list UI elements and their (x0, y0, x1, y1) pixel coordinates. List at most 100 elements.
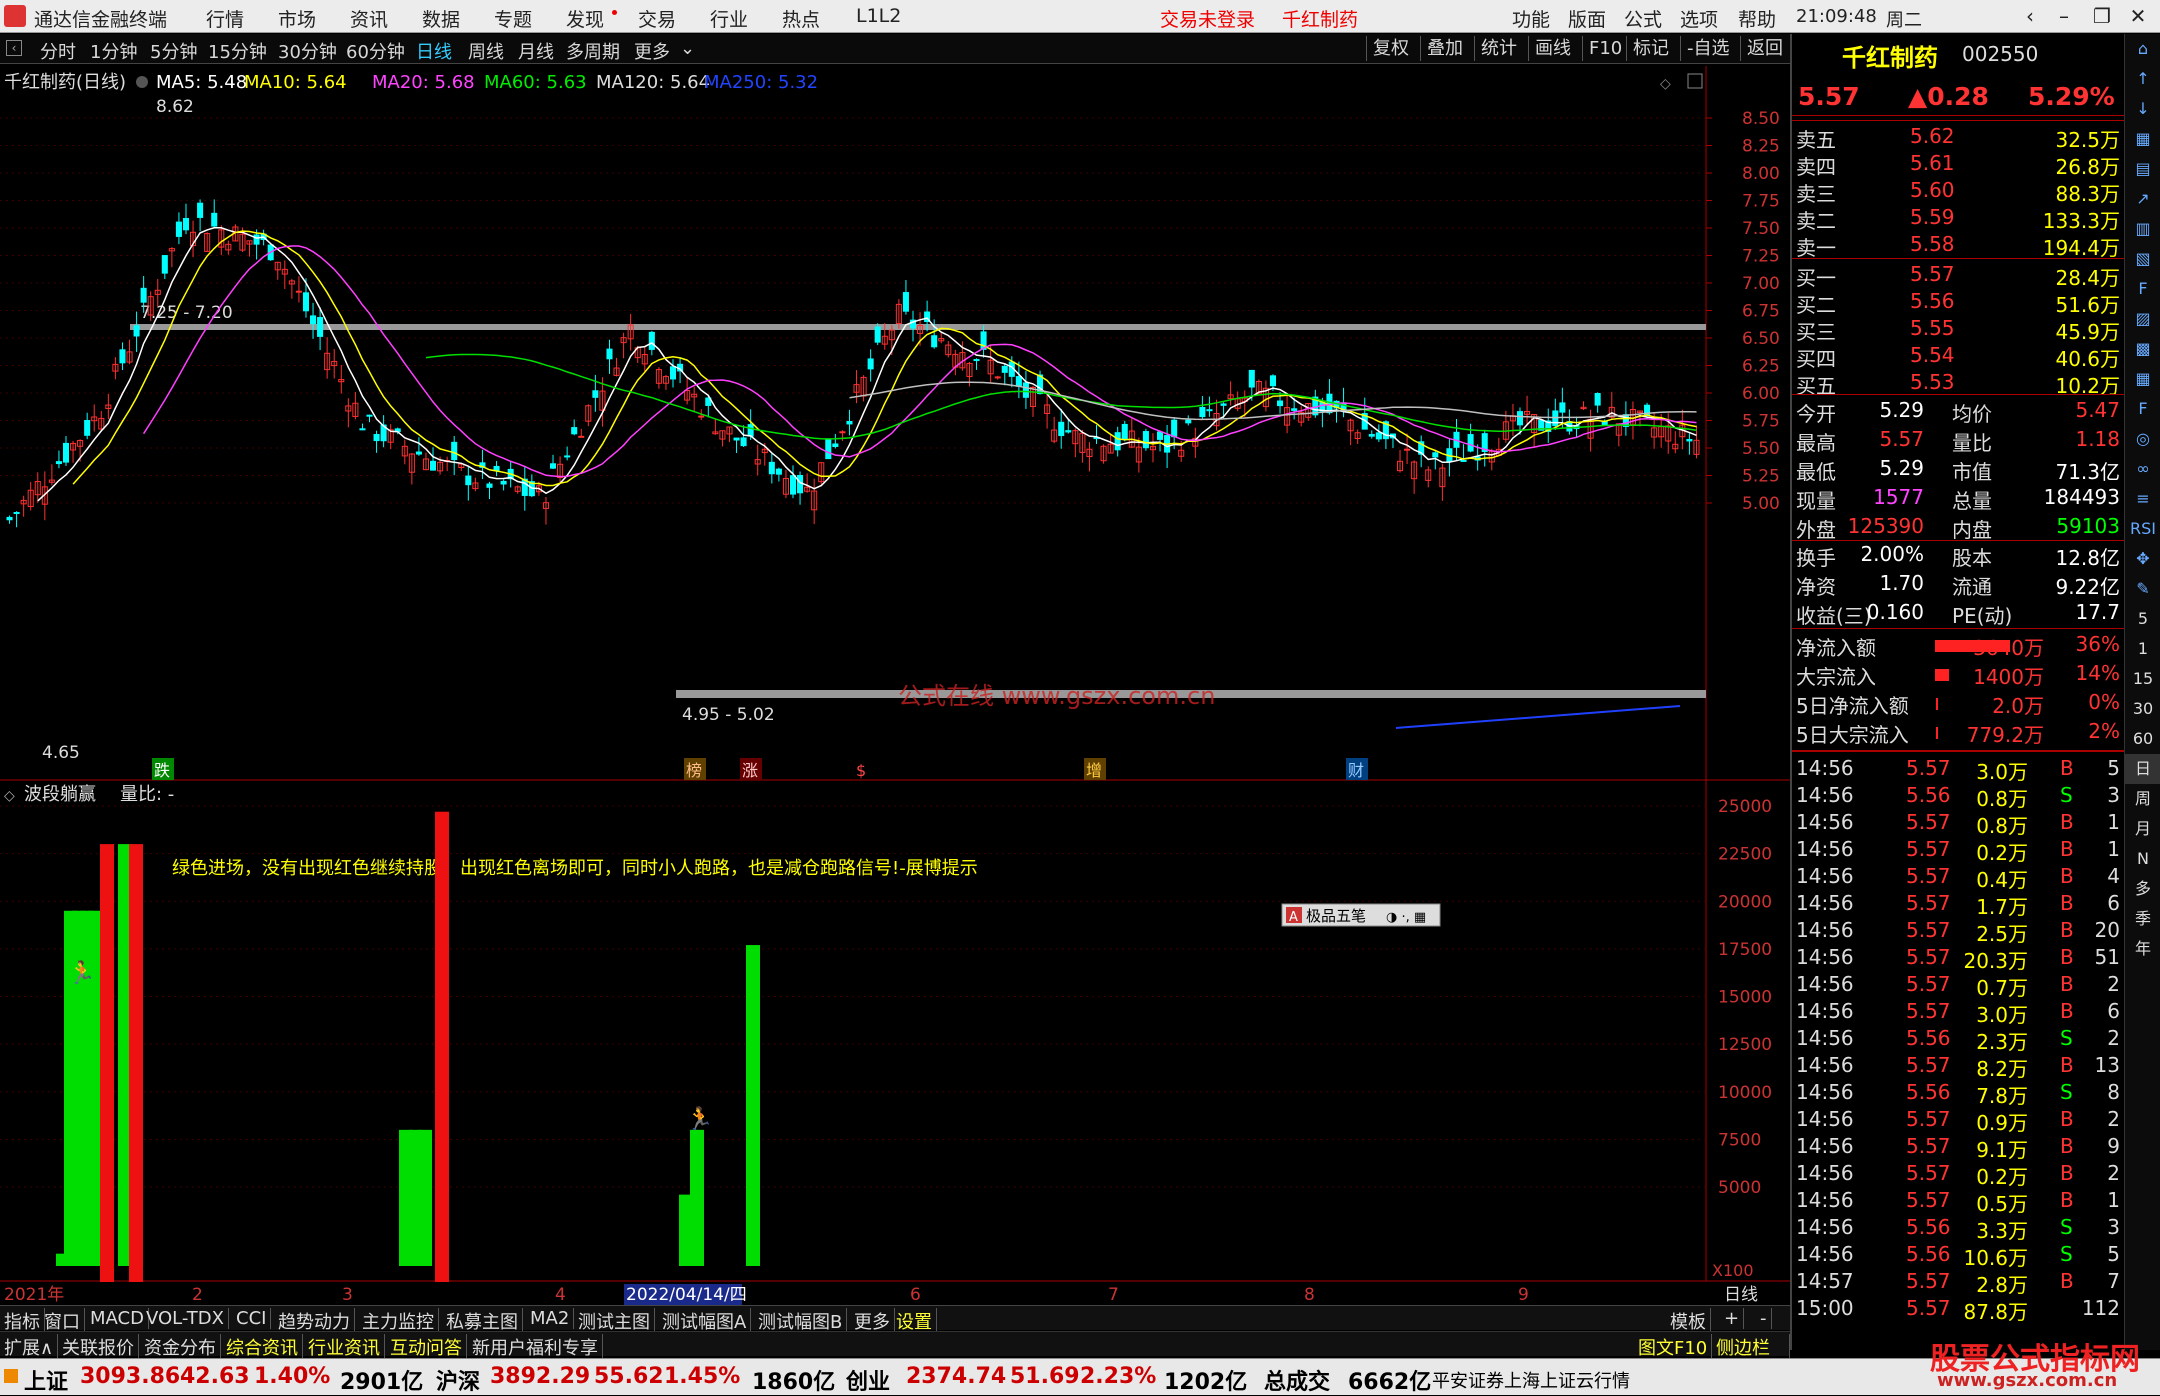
menu-discover[interactable]: 发现 (566, 5, 604, 32)
toolstrip-button[interactable]: ▨ (2125, 304, 2160, 334)
diamond-icon[interactable]: ◇ (1660, 76, 1671, 92)
btn-return[interactable]: 返回 (1740, 36, 1789, 61)
menu-hot[interactable]: 热点 (782, 5, 820, 32)
btn-adjust[interactable]: 复权 (1366, 36, 1415, 61)
btn-overlay[interactable]: 叠加 (1420, 36, 1469, 61)
toolstrip-button[interactable]: ▤ (2125, 154, 2160, 184)
menu-layout[interactable]: 版面 (1568, 5, 1606, 32)
menu-news[interactable]: 资讯 (350, 5, 388, 32)
login-status-link[interactable]: 交易未登录 (1160, 5, 1255, 32)
toolstrip-button[interactable]: ▥ (2125, 214, 2160, 244)
period-60min[interactable]: 60分钟 (346, 38, 405, 64)
template-control[interactable]: - (1756, 1308, 1772, 1329)
period-30min[interactable]: 30分钟 (278, 38, 337, 64)
toolstrip-button[interactable]: ✥ (2125, 544, 2160, 574)
toolstrip-button[interactable]: ≡ (2125, 484, 2160, 514)
period-monthly[interactable]: 月线 (518, 38, 554, 64)
info-tab[interactable]: 关联报价 (58, 1334, 139, 1360)
toolstrip-button[interactable]: ∞ (2125, 454, 2160, 484)
toolstrip-button[interactable]: ▩ (2125, 334, 2160, 364)
toolstrip-button[interactable]: 月 (2125, 814, 2160, 844)
indicator-tab[interactable]: MACD (86, 1308, 149, 1329)
toolstrip-button[interactable]: ▧ (2125, 244, 2160, 274)
toolstrip-button[interactable]: ↑ (2125, 64, 2160, 94)
btn-watchlist[interactable]: -自选 (1680, 36, 1736, 61)
toolstrip-button[interactable]: ↗ (2125, 184, 2160, 214)
btn-draw[interactable]: 画线 (1528, 36, 1577, 61)
period-timeshare[interactable]: 分时 (40, 38, 76, 64)
btn-stats[interactable]: 统计 (1474, 36, 1523, 61)
info-tab[interactable]: 资金分布 (140, 1334, 221, 1360)
info-tab[interactable]: 扩展∧ (0, 1334, 59, 1360)
toolstrip-button[interactable]: ↓ (2125, 94, 2160, 124)
toolstrip-button[interactable]: 日 (2125, 754, 2160, 784)
toolstrip-button[interactable]: ✎ (2125, 574, 2160, 604)
toolstrip-button[interactable]: 多 (2125, 874, 2160, 904)
indicator-tab[interactable]: MA2 (526, 1308, 575, 1329)
period-1min[interactable]: 1分钟 (90, 38, 137, 64)
menu-trade[interactable]: 交易 (638, 5, 676, 32)
chevron-down-icon[interactable]: ⌄ (680, 38, 695, 59)
btn-f10[interactable]: F10 (1582, 36, 1628, 61)
event-rise[interactable]: 涨 (742, 761, 758, 780)
event-dividend[interactable]: $ (856, 761, 866, 780)
menu-market[interactable]: 市场 (278, 5, 316, 32)
info-tab[interactable]: 互动问答 (386, 1334, 467, 1360)
toolstrip-button[interactable]: ▦ (2125, 364, 2160, 394)
info-tab[interactable]: 新用户福利专享 (468, 1334, 603, 1360)
back-arrow-icon[interactable]: ‹ (2016, 3, 2044, 29)
menu-help[interactable]: 帮助 (1738, 5, 1776, 32)
menu-industry[interactable]: 行业 (710, 5, 748, 32)
index-sh-name[interactable]: 上证 (24, 1364, 68, 1396)
event-finance[interactable]: 财 (1348, 761, 1364, 780)
period-daily[interactable]: 日线 (416, 38, 452, 64)
event-drop[interactable]: 跌 (154, 761, 170, 780)
info-tab[interactable]: 综合资讯 (222, 1334, 303, 1360)
minimize-icon[interactable]: – (2050, 3, 2078, 29)
toolstrip-button[interactable]: ⌂ (2125, 34, 2160, 64)
indicator-tab[interactable]: VOL-TDX (142, 1308, 229, 1329)
event-increase[interactable]: 增 (1086, 761, 1102, 780)
stock-title-link[interactable]: 千红制药 (1282, 5, 1358, 32)
toolstrip-button[interactable]: 60 (2125, 724, 2160, 754)
close-icon[interactable]: ✕ (2124, 3, 2152, 29)
sidebar-tab[interactable]: 图文F10 (1634, 1334, 1713, 1360)
toolstrip-button[interactable]: 季 (2125, 904, 2160, 934)
period-15min[interactable]: 15分钟 (208, 38, 267, 64)
period-5min[interactable]: 5分钟 (150, 38, 197, 64)
menu-quotes[interactable]: 行情 (206, 5, 244, 32)
kline-chart[interactable]: 千红制药(日线) MA5: 5.48 MA10: 5.64 MA20: 5.68… (0, 66, 1790, 1306)
menu-options[interactable]: 选项 (1680, 5, 1718, 32)
event-list[interactable]: 榜 (686, 761, 702, 780)
toolstrip-button[interactable]: 5 (2125, 604, 2160, 634)
indicator-toggle-icon[interactable]: ◇ (4, 788, 15, 804)
toolstrip-button[interactable]: 30 (2125, 694, 2160, 724)
menu-data[interactable]: 数据 (422, 5, 460, 32)
period-multi[interactable]: 多周期 (566, 38, 620, 64)
toolstrip-button[interactable]: F (2125, 274, 2160, 304)
menu-l1l2[interactable]: L1L2 (856, 5, 901, 27)
toolstrip-button[interactable]: ▦ (2125, 124, 2160, 154)
index-hs-name[interactable]: 沪深 (436, 1364, 480, 1396)
toolstrip-button[interactable]: ◎ (2125, 424, 2160, 454)
template-control[interactable]: + (1720, 1308, 1745, 1329)
period-weekly[interactable]: 周线 (468, 38, 504, 64)
toolstrip-button[interactable]: RSI (2125, 514, 2160, 544)
menu-formula[interactable]: 公式 (1624, 5, 1662, 32)
panel-toggle-icon[interactable] (1687, 73, 1703, 89)
settings-dot-icon[interactable] (136, 76, 148, 88)
period-more[interactable]: 更多 (634, 38, 670, 64)
indicator-tab[interactable]: CCI (232, 1308, 272, 1329)
info-tab[interactable]: 行业资讯 (304, 1334, 385, 1360)
index-cy-name[interactable]: 创业 (846, 1364, 890, 1396)
btn-mark[interactable]: 标记 (1626, 36, 1675, 61)
toolstrip-button[interactable]: N (2125, 844, 2160, 874)
toolstrip-button[interactable]: F (2125, 394, 2160, 424)
ime-toolbar[interactable]: A 极品五笔 ◑ ·, ▦ (1281, 903, 1441, 927)
toolstrip-button[interactable]: 年 (2125, 934, 2160, 964)
toolstrip-button[interactable]: 1 (2125, 634, 2160, 664)
restore-icon[interactable]: ❐ (2088, 3, 2116, 29)
menu-topics[interactable]: 专题 (494, 5, 532, 32)
toolstrip-button[interactable]: 15 (2125, 664, 2160, 694)
toolstrip-button[interactable]: 周 (2125, 784, 2160, 814)
